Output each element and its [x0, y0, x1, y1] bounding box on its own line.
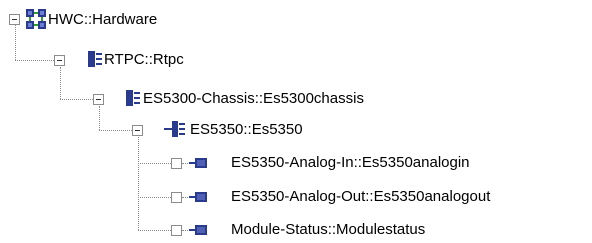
hardware-tree: HWC::Hardware RTPC::Rtpc ES5300-Chassis:…	[0, 0, 592, 243]
tree-node-label-es5350[interactable]: ES5350::Es5350	[190, 120, 303, 140]
tree-node-label-es5300-chassis[interactable]: ES5300-Chassis::Es5300chassis	[143, 89, 364, 109]
hardware-network-icon	[26, 9, 46, 29]
tree-node-label-module-status[interactable]: Module-Status::Modulestatus	[231, 220, 425, 240]
leaf-module-icon	[189, 225, 207, 235]
tree-node-label-hardware[interactable]: HWC::Hardware	[48, 10, 157, 30]
leaf-module-icon	[189, 192, 207, 202]
leaf-toggle-analog-in[interactable]	[171, 158, 182, 169]
leaf-module-icon	[189, 158, 207, 168]
submodule-icon	[164, 121, 185, 137]
collapse-toggle-rtpc[interactable]	[54, 55, 65, 66]
collapse-toggle-hardware[interactable]	[9, 14, 20, 25]
module-icon	[126, 90, 140, 106]
tree-node-label-analog-out[interactable]: ES5350-Analog-Out::Es5350analogout	[231, 187, 490, 207]
tree-node-label-rtpc[interactable]: RTPC::Rtpc	[104, 50, 184, 70]
module-icon	[88, 51, 102, 67]
tree-node-label-analog-in[interactable]: ES5350-Analog-In::Es5350analogin	[231, 153, 470, 173]
leaf-toggle-module-status[interactable]	[171, 225, 182, 236]
collapse-toggle-es5350[interactable]	[132, 125, 143, 136]
collapse-toggle-es5300-chassis[interactable]	[93, 94, 104, 105]
leaf-toggle-analog-out[interactable]	[171, 192, 182, 203]
